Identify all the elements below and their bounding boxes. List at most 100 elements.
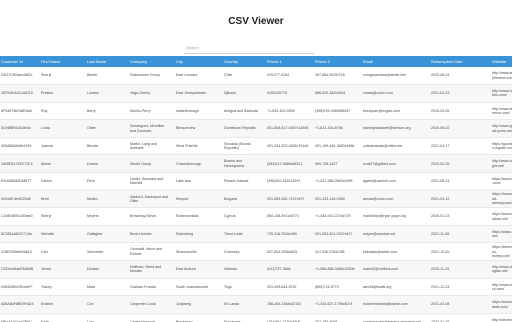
table-cell: Darren	[38, 172, 84, 191]
table-cell: Dodson	[84, 260, 127, 279]
table-row[interactable]: 5Cef8BFA16c5e3c Linda Olsen Dominguez, Mcmi…	[0, 119, 512, 138]
table-row[interactable]: e35426EbDEceaFF Tracey Mata Graham-Francis S…	[0, 278, 512, 297]
table-cell: Linda	[38, 119, 84, 138]
header-row: Customer Id First Name Last Name Company Cit…	[0, 56, 512, 67]
column-header[interactable]: City	[173, 56, 221, 67]
column-header[interactable]: Email	[360, 56, 428, 67]
table-row[interactable]: A08A8aF8BE9FaD4 Kristine Cox Carpenter-Cook…	[0, 295, 512, 314]
table-cell: 0e04AFde9f225dE	[0, 190, 38, 209]
table-row[interactable]: CEDec94deE6d69B Jenna Dodson Hoffman, Reed …	[0, 260, 512, 279]
table-row[interactable]: 1Ef7b82A4CAAD10 Preston Lozano Vega-Gentry E…	[0, 84, 512, 103]
table-cell: Graham-Francis	[127, 278, 173, 297]
column-header[interactable]: Phone 2	[312, 56, 360, 67]
table-cell: Dominican Republic	[221, 119, 264, 138]
table-cell: Roy	[38, 102, 84, 121]
table-row[interactable]: DD37Cf93aecA6Dc Sheryl Baxter Rasmussen Gro…	[0, 67, 512, 86]
table-cell: Djibouti	[221, 84, 264, 103]
table-cell: 2021-10-20	[428, 242, 489, 262]
table-cell: https://www.le.com/	[489, 172, 512, 191]
table-cell: Murillo-Perry	[127, 102, 173, 121]
table-cell: Singapore	[221, 313, 264, 322]
table-cell: (781)861-7180x8306	[264, 313, 312, 322]
column-header[interactable]: Phone 1	[264, 56, 312, 67]
table-cell: Kristine	[38, 295, 84, 314]
table-cell: 637-854-0256x825	[264, 242, 312, 262]
table-cell: Preston	[38, 84, 84, 103]
csv-table: Customer Id First Name Last Name Company Cit…	[0, 56, 512, 322]
table-row[interactable]: C2dE4dEEc489ae0 Sheryl Meyers Browning-Simo…	[0, 207, 512, 226]
table-cell: 854-138-4911x5772	[264, 207, 312, 226]
table-cell: 114.336.0784x788	[312, 242, 360, 262]
table-cell: Baxter	[84, 67, 127, 86]
table-cell: 001-333-145-0369	[312, 190, 360, 209]
table-cell: +1-813-324-8756	[312, 119, 360, 138]
table-cell: 001-199-446-3860x3486	[312, 137, 360, 156]
table-cell: Chavezborough	[173, 154, 221, 174]
table-cell: Guernsey	[221, 242, 264, 262]
table-cell: Aimee	[38, 154, 84, 174]
column-header[interactable]: Customer Id	[0, 56, 38, 67]
table-cell: Joanna	[38, 137, 84, 156]
table-cell: Sheryl	[38, 207, 84, 226]
table-cell: 2022-01-26	[428, 313, 489, 322]
table-cell: 6fEaA1b7cab7B6C	[0, 313, 38, 322]
table-cell: 8C2811a503C7c5a	[0, 225, 38, 244]
table-cell: Carpenter-Cook	[127, 295, 173, 314]
column-header[interactable]: Company	[127, 56, 173, 67]
table-cell: Sheryl	[38, 67, 84, 86]
csv-table-container[interactable]: Customer Id First Name Last Name Company Cit…	[0, 56, 512, 322]
table-cell: Robersonstad	[173, 207, 221, 226]
table-cell: Bender	[84, 137, 127, 156]
column-header[interactable]: Website	[489, 56, 512, 67]
table-cell: 001-583-352-7197x297	[264, 190, 312, 209]
table-cell: East Jimmychester	[173, 84, 221, 103]
table-cell: (496)452-6181x3291	[264, 172, 312, 191]
table-cell: zunigavanessa@smith.info	[360, 67, 428, 86]
table-row[interactable]: 6F94879bDAfE5a6 Roy Berry Murillo-Perry Isab…	[0, 102, 512, 121]
table-row[interactable]: 8C2811a503C7c5a Michelle Gallagher Beck-Hen…	[0, 225, 512, 244]
table-row[interactable]: 216E205d6eBb815 Carl Schroeder Oconnell, Me…	[0, 242, 512, 262]
table-cell: 1Ef7b82A4CAAD10	[0, 84, 38, 103]
table-cell: http://www.stephenson.com/	[489, 67, 512, 86]
column-header[interactable]: Country	[221, 56, 264, 67]
table-cell: Isabelborough	[173, 102, 221, 121]
table-cell: Kimport	[173, 190, 221, 209]
table-cell: South Joannamouth	[173, 278, 221, 297]
table-cell: Michelle	[38, 225, 84, 244]
table-cell: e35426EbDEceaFF	[0, 278, 38, 297]
column-header[interactable]: First Name	[38, 56, 84, 67]
table-cell: 001-808-617-6467x12895	[264, 119, 312, 138]
table-cell: CEDec94deE6d69B	[0, 260, 38, 279]
column-header[interactable]: Subscription Date	[428, 56, 489, 67]
table-row[interactable]: 0e04AFde9f225dE Brett Mullen Sanford, Daven…	[0, 190, 512, 209]
table-cell: http://www.berger.net/	[489, 154, 512, 174]
page-title: CSV Viewer	[228, 16, 284, 27]
table-cell: 739.218.2516x459	[264, 225, 312, 244]
table-cell: alex56@walls.org	[360, 278, 428, 297]
search-bar	[184, 36, 314, 54]
table-cell: Martin, Lang and Andrade	[127, 137, 173, 156]
table-cell: 999-728-1637	[312, 154, 360, 174]
table-cell: 5153435776	[264, 84, 312, 103]
search-input[interactable]	[184, 42, 314, 54]
column-header[interactable]: Last Name	[84, 56, 127, 67]
table-cell: Peck	[84, 172, 127, 191]
table-cell: +1-556-888-3485x42608	[312, 260, 360, 279]
table-cell: Bensonview	[173, 119, 221, 138]
table-cell: (041)737-3846	[264, 260, 312, 279]
table-cell: http://www.lawrence.com/	[489, 102, 512, 121]
table-cell: mark42@robbins.com	[360, 260, 428, 279]
table-cell: Steele Group	[127, 154, 173, 174]
table-cell: (496)978-3969x58947	[312, 102, 360, 121]
table-row[interactable]: 2d08FB17EE273F4 Aimee Downs Steele Group Cha…	[0, 154, 512, 174]
table-row[interactable]: 6fEaA1b7cab7B6C Faith Lutz Carter-Hancock Bu…	[0, 313, 512, 322]
table-cell: Cox	[84, 295, 127, 314]
table-cell: +1-448-910-2276x729	[312, 207, 360, 226]
table-cell: Tracey	[38, 278, 84, 297]
table-cell: 786-284-3358x62152	[264, 295, 312, 314]
table-row[interactable]: EA4d384DfDbBf77 Darren Peck Lester, Woodard…	[0, 172, 512, 191]
table-cell: 2020-11-29	[428, 260, 489, 279]
table-row[interactable]: 053d585Ab6b3159 Joanna Bender Martin, Lang …	[0, 137, 512, 156]
table-cell: Jodyberg	[173, 295, 221, 314]
table-cell: 001-949-844-8787	[264, 278, 312, 297]
